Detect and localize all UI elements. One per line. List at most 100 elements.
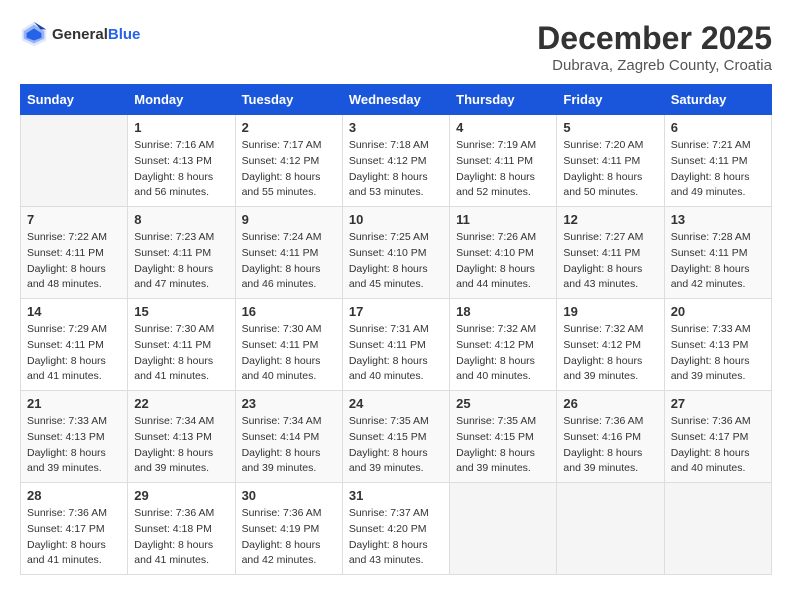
page-header: GeneralBlue December 2025 Dubrava, Zagre… [20,20,772,74]
logo: GeneralBlue [20,20,140,48]
day-number: 14 [27,304,121,319]
calendar-week-4: 21Sunrise: 7:33 AMSunset: 4:13 PMDayligh… [21,391,772,483]
day-info: Sunrise: 7:26 AMSunset: 4:10 PMDaylight:… [456,230,550,293]
day-info: Sunrise: 7:37 AMSunset: 4:20 PMDaylight:… [349,506,443,569]
day-number: 18 [456,304,550,319]
calendar-cell: 25 Sunrise: 7:35 AMSunset: 4:15 PMDayligh… [450,391,557,483]
day-number: 13 [671,212,765,227]
day-number: 15 [134,304,228,319]
day-info: Sunrise: 7:19 AMSunset: 4:11 PMDaylight:… [456,138,550,201]
day-number: 10 [349,212,443,227]
day-info: Sunrise: 7:20 AMSunset: 4:11 PMDaylight:… [563,138,657,201]
calendar-cell [450,483,557,575]
calendar-cell: 1 Sunrise: 7:16 AMSunset: 4:13 PMDaylight… [128,115,235,207]
day-info: Sunrise: 7:28 AMSunset: 4:11 PMDaylight:… [671,230,765,293]
calendar-cell: 10Sunrise: 7:25 AMSunset: 4:10 PMDayligh… [342,207,449,299]
day-info: Sunrise: 7:29 AMSunset: 4:11 PMDaylight:… [27,322,121,385]
calendar-cell: 21Sunrise: 7:33 AMSunset: 4:13 PMDayligh… [21,391,128,483]
calendar-cell: 29Sunrise: 7:36 AMSunset: 4:18 PMDayligh… [128,483,235,575]
calendar-week-2: 7 Sunrise: 7:22 AMSunset: 4:11 PMDaylight… [21,207,772,299]
day-info: Sunrise: 7:33 AMSunset: 4:13 PMDaylight:… [671,322,765,385]
day-number: 24 [349,396,443,411]
day-number: 1 [134,120,228,135]
calendar-cell: 11 Sunrise: 7:26 AMSunset: 4:10 PMDayligh… [450,207,557,299]
calendar-cell: 20 Sunrise: 7:33 AMSunset: 4:13 PMDayligh… [664,299,771,391]
calendar-week-1: 1 Sunrise: 7:16 AMSunset: 4:13 PMDaylight… [21,115,772,207]
calendar-cell: 26 Sunrise: 7:36 AMSunset: 4:16 PMDayligh… [557,391,664,483]
day-number: 25 [456,396,550,411]
day-number: 19 [563,304,657,319]
day-number: 7 [27,212,121,227]
calendar-cell: 30 Sunrise: 7:36 AMSunset: 4:19 PMDayligh… [235,483,342,575]
day-info: Sunrise: 7:30 AMSunset: 4:11 PMDaylight:… [134,322,228,385]
calendar-cell: 22 Sunrise: 7:34 AMSunset: 4:13 PMDayligh… [128,391,235,483]
day-info: Sunrise: 7:30 AMSunset: 4:11 PMDaylight:… [242,322,336,385]
day-number: 31 [349,488,443,503]
logo-text: GeneralBlue [52,26,140,43]
col-header-monday: Monday [128,85,235,115]
day-info: Sunrise: 7:36 AMSunset: 4:17 PMDaylight:… [27,506,121,569]
day-info: Sunrise: 7:36 AMSunset: 4:16 PMDaylight:… [563,414,657,477]
day-number: 22 [134,396,228,411]
day-number: 23 [242,396,336,411]
day-info: Sunrise: 7:36 AMSunset: 4:19 PMDaylight:… [242,506,336,569]
calendar-cell: 9Sunrise: 7:24 AMSunset: 4:11 PMDaylight… [235,207,342,299]
day-number: 5 [563,120,657,135]
logo-general-text: General [52,26,108,43]
calendar-cell [664,483,771,575]
calendar-cell: 3Sunrise: 7:18 AMSunset: 4:12 PMDaylight… [342,115,449,207]
day-info: Sunrise: 7:35 AMSunset: 4:15 PMDaylight:… [456,414,550,477]
calendar-cell: 13 Sunrise: 7:28 AMSunset: 4:11 PMDayligh… [664,207,771,299]
day-number: 16 [242,304,336,319]
day-info: Sunrise: 7:16 AMSunset: 4:13 PMDaylight:… [134,138,228,201]
calendar-week-5: 28 Sunrise: 7:36 AMSunset: 4:17 PMDayligh… [21,483,772,575]
calendar-cell [21,115,128,207]
calendar-header-row: SundayMondayTuesdayWednesdayThursdayFrid… [21,85,772,115]
day-number: 28 [27,488,121,503]
calendar-cell: 2Sunrise: 7:17 AMSunset: 4:12 PMDaylight… [235,115,342,207]
day-info: Sunrise: 7:32 AMSunset: 4:12 PMDaylight:… [456,322,550,385]
logo-icon [20,20,48,48]
day-info: Sunrise: 7:34 AMSunset: 4:14 PMDaylight:… [242,414,336,477]
calendar-cell: 7 Sunrise: 7:22 AMSunset: 4:11 PMDaylight… [21,207,128,299]
day-number: 29 [134,488,228,503]
col-header-tuesday: Tuesday [235,85,342,115]
calendar-table: SundayMondayTuesdayWednesdayThursdayFrid… [20,84,772,575]
calendar-cell: 28 Sunrise: 7:36 AMSunset: 4:17 PMDayligh… [21,483,128,575]
day-number: 9 [242,212,336,227]
calendar-cell: 17 Sunrise: 7:31 AMSunset: 4:11 PMDayligh… [342,299,449,391]
day-info: Sunrise: 7:33 AMSunset: 4:13 PMDaylight:… [27,414,121,477]
calendar-cell: 14 Sunrise: 7:29 AMSunset: 4:11 PMDayligh… [21,299,128,391]
day-info: Sunrise: 7:34 AMSunset: 4:13 PMDaylight:… [134,414,228,477]
calendar-week-3: 14 Sunrise: 7:29 AMSunset: 4:11 PMDayligh… [21,299,772,391]
day-info: Sunrise: 7:31 AMSunset: 4:11 PMDaylight:… [349,322,443,385]
calendar-cell: 18 Sunrise: 7:32 AMSunset: 4:12 PMDayligh… [450,299,557,391]
day-number: 20 [671,304,765,319]
calendar-cell: 4Sunrise: 7:19 AMSunset: 4:11 PMDaylight… [450,115,557,207]
col-header-friday: Friday [557,85,664,115]
day-info: Sunrise: 7:36 AMSunset: 4:17 PMDaylight:… [671,414,765,477]
calendar-cell: 16 Sunrise: 7:30 AMSunset: 4:11 PMDayligh… [235,299,342,391]
day-number: 17 [349,304,443,319]
calendar-cell: 27Sunrise: 7:36 AMSunset: 4:17 PMDayligh… [664,391,771,483]
calendar-cell: 31 Sunrise: 7:37 AMSunset: 4:20 PMDayligh… [342,483,449,575]
month-title: December 2025 [537,20,772,57]
day-info: Sunrise: 7:35 AMSunset: 4:15 PMDaylight:… [349,414,443,477]
day-number: 12 [563,212,657,227]
col-header-saturday: Saturday [664,85,771,115]
day-number: 6 [671,120,765,135]
day-number: 3 [349,120,443,135]
day-number: 2 [242,120,336,135]
logo-blue-text: Blue [108,26,141,43]
day-info: Sunrise: 7:32 AMSunset: 4:12 PMDaylight:… [563,322,657,385]
day-number: 30 [242,488,336,503]
location: Dubrava, Zagreb County, Croatia [537,57,772,74]
calendar-cell: 24 Sunrise: 7:35 AMSunset: 4:15 PMDayligh… [342,391,449,483]
col-header-thursday: Thursday [450,85,557,115]
day-info: Sunrise: 7:23 AMSunset: 4:11 PMDaylight:… [134,230,228,293]
day-info: Sunrise: 7:22 AMSunset: 4:11 PMDaylight:… [27,230,121,293]
day-number: 11 [456,212,550,227]
day-info: Sunrise: 7:27 AMSunset: 4:11 PMDaylight:… [563,230,657,293]
day-number: 26 [563,396,657,411]
calendar-cell: 15 Sunrise: 7:30 AMSunset: 4:11 PMDayligh… [128,299,235,391]
